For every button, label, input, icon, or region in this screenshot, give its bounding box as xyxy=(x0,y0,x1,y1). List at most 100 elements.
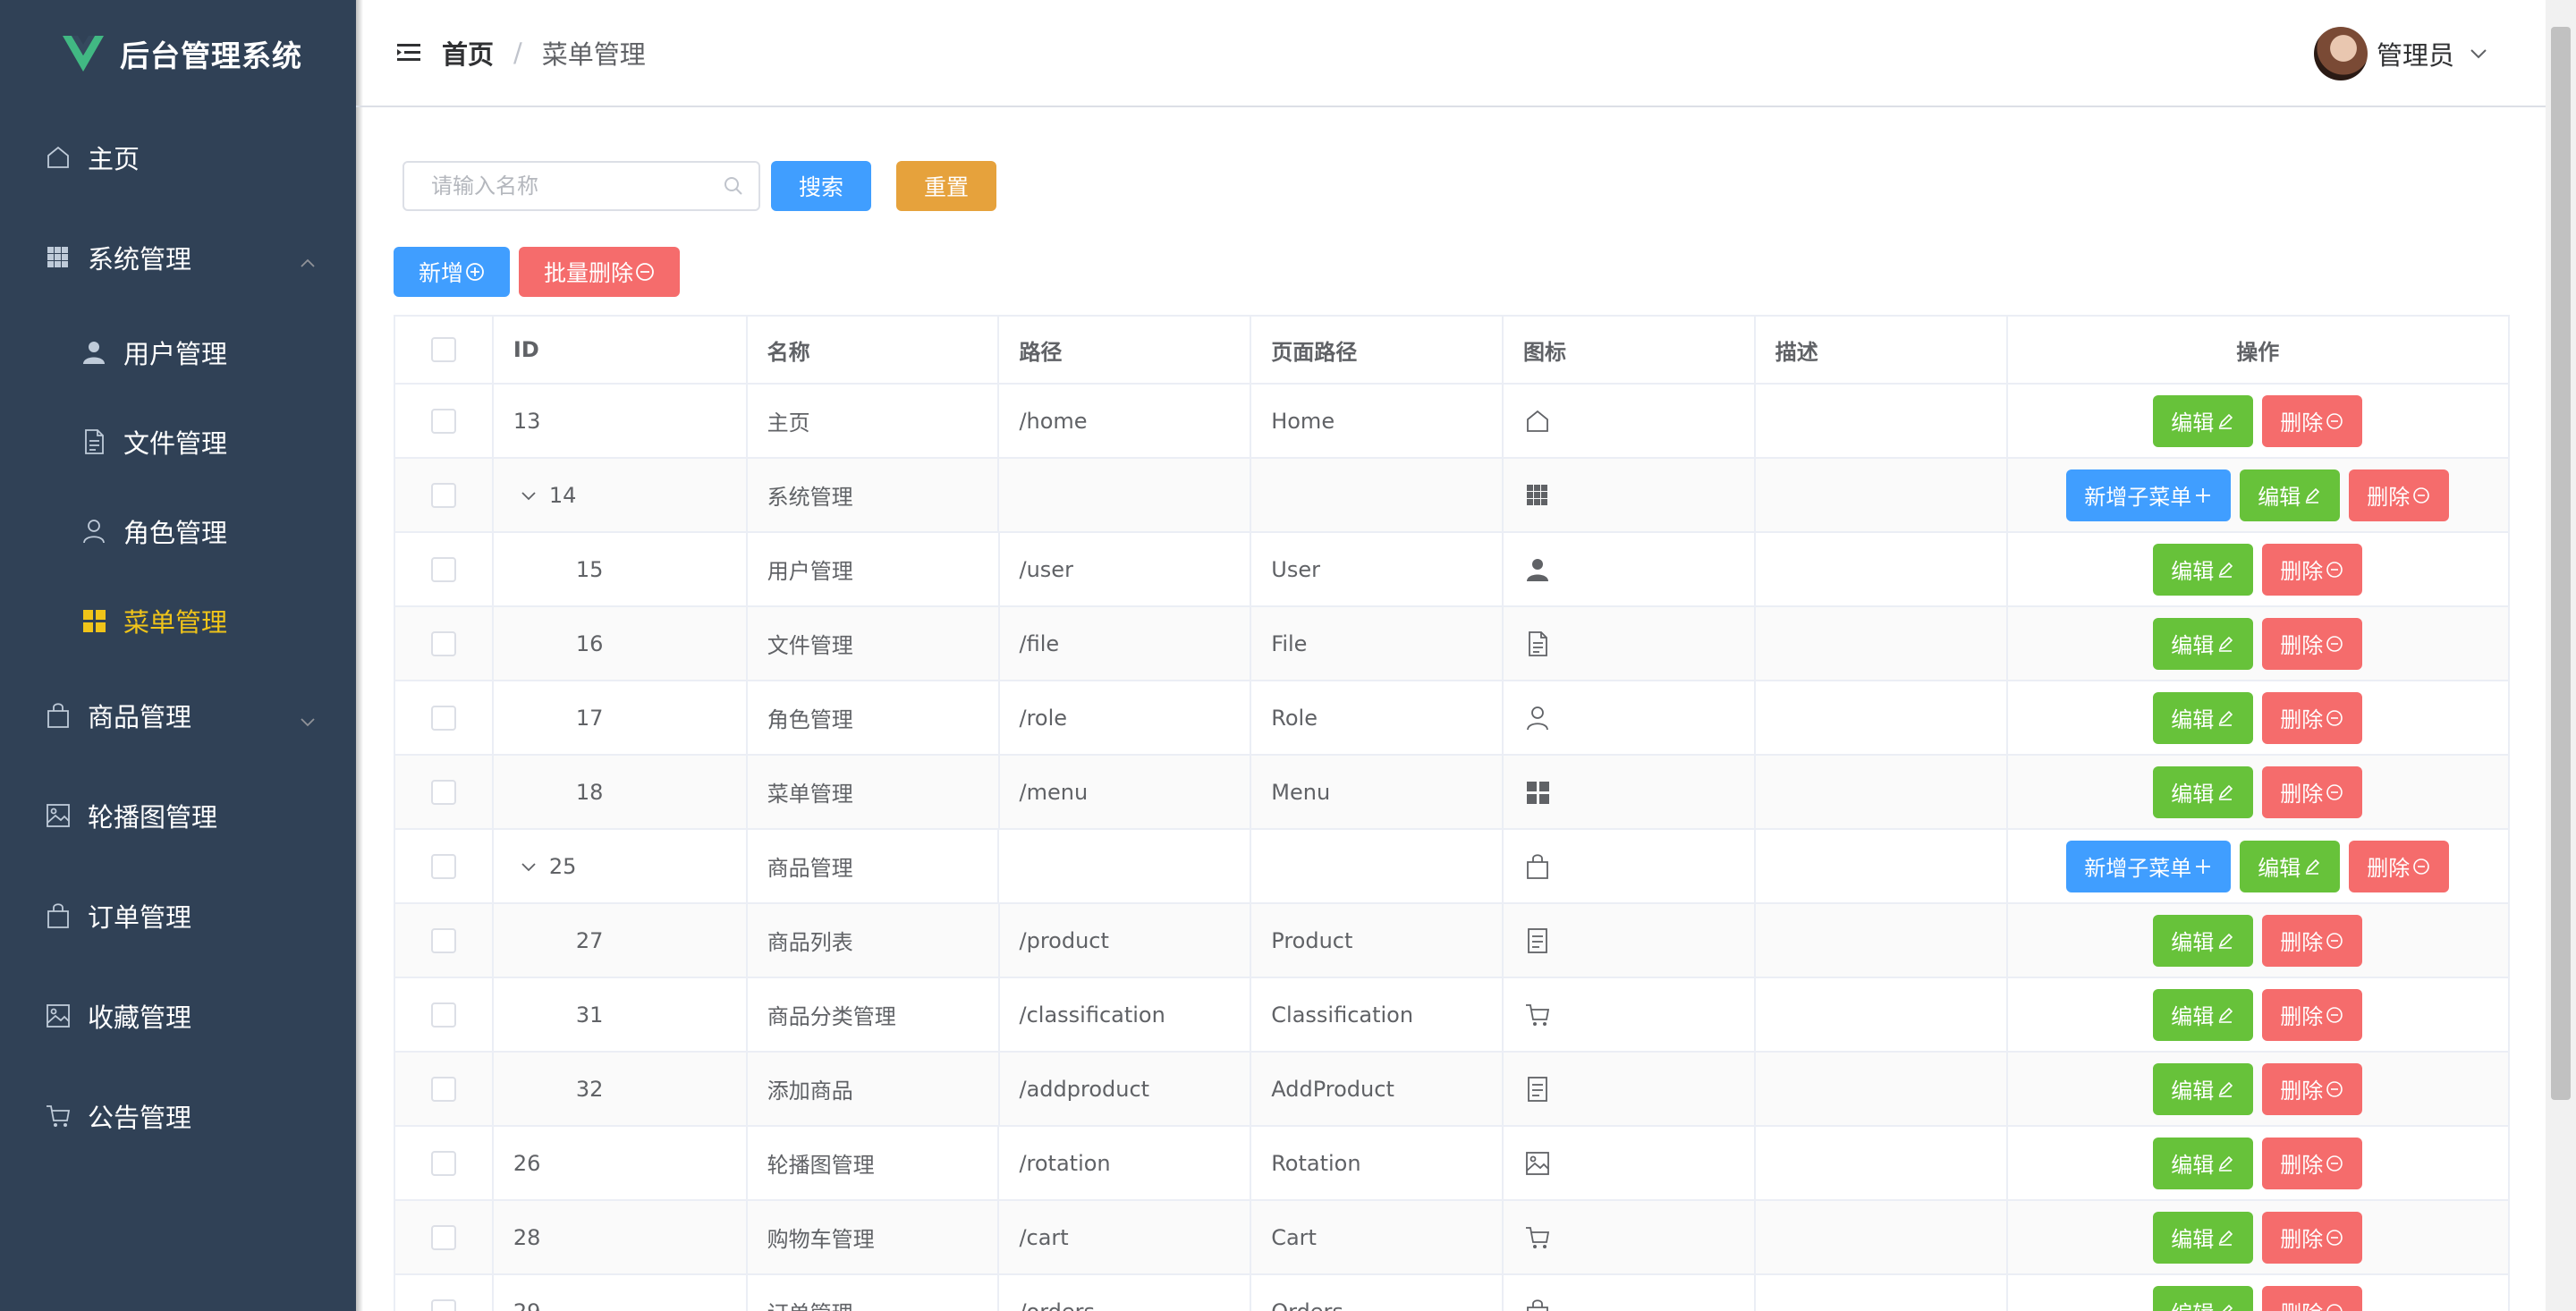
edit-button[interactable]: 编辑 xyxy=(2153,1211,2254,1264)
id-cell: 32 xyxy=(494,1053,748,1125)
shopping-bag-icon xyxy=(43,901,73,931)
delete-button[interactable]: 删除 xyxy=(2262,914,2363,967)
edit-button[interactable]: 编辑 xyxy=(2153,1137,2254,1189)
edit-icon xyxy=(2218,933,2233,949)
chevron-down-icon[interactable] xyxy=(2469,44,2488,63)
document-icon xyxy=(1523,630,1552,658)
delete-button[interactable]: 删除 xyxy=(2262,394,2363,447)
sidebar-item[interactable]: 系统管理 xyxy=(0,207,356,308)
desc-cell xyxy=(1756,1201,2008,1273)
search-button[interactable]: 搜索 xyxy=(771,161,871,211)
row-checkbox[interactable] xyxy=(430,482,456,508)
batch-delete-button[interactable]: 批量删除 xyxy=(519,247,681,297)
delete-button[interactable]: 删除 xyxy=(2262,1285,2363,1311)
sidebar-subitem[interactable]: 文件管理 xyxy=(0,397,356,486)
icon-cell xyxy=(1504,1275,1756,1311)
icon-cell xyxy=(1504,1127,1756,1199)
delete-button[interactable]: 删除 xyxy=(2262,543,2363,596)
expand-chevron-icon[interactable] xyxy=(519,486,538,505)
row-checkbox[interactable] xyxy=(430,1224,456,1250)
row-checkbox[interactable] xyxy=(430,927,456,953)
delete-button[interactable]: 删除 xyxy=(2262,1137,2363,1189)
sidebar: 后台管理系统 主页 系统管理 用户管理 文件管理 角色管理 菜单管理 商品管理 … xyxy=(0,0,363,1311)
edit-button[interactable]: 编辑 xyxy=(2153,543,2254,596)
id-cell: 15 xyxy=(494,533,748,605)
edit-button[interactable]: 编辑 xyxy=(2240,469,2341,521)
edit-button[interactable]: 编辑 xyxy=(2153,617,2254,670)
add-child-button[interactable]: 新增子菜单 xyxy=(2066,469,2232,521)
desc-cell xyxy=(1756,756,2008,828)
sidebar-item[interactable]: 轮播图管理 xyxy=(0,765,356,866)
row-checkbox[interactable] xyxy=(430,853,456,879)
fold-menu-icon[interactable] xyxy=(395,39,422,66)
name-cell: 主页 xyxy=(748,385,1000,457)
page-path-cell xyxy=(1251,459,1504,531)
expand-chevron-icon[interactable] xyxy=(519,857,538,876)
delete-button[interactable]: 删除 xyxy=(2349,469,2450,521)
select-all-checkbox[interactable] xyxy=(430,337,456,362)
row-checkbox[interactable] xyxy=(430,1298,456,1311)
edit-button[interactable]: 编辑 xyxy=(2240,840,2341,892)
sidebar-subitem-label: 菜单管理 xyxy=(123,607,228,638)
delete-button[interactable]: 删除 xyxy=(2262,765,2363,818)
scrollbar-thumb[interactable] xyxy=(2551,27,2571,1100)
name-cell: 系统管理 xyxy=(748,459,1000,531)
breadcrumb-home[interactable]: 首页 xyxy=(442,34,494,72)
path-cell: /file xyxy=(1000,607,1252,680)
row-checkbox[interactable] xyxy=(430,705,456,731)
edit-button[interactable]: 编辑 xyxy=(2153,691,2254,744)
cart-icon xyxy=(43,1101,73,1131)
avatar[interactable] xyxy=(2313,27,2368,80)
row-checkbox[interactable] xyxy=(430,779,456,805)
delete-label: 删除 xyxy=(2280,1296,2323,1311)
delete-button[interactable]: 删除 xyxy=(2349,840,2450,892)
id-cell: 13 xyxy=(494,385,748,457)
add-child-button[interactable]: 新增子菜单 xyxy=(2066,840,2232,892)
sidebar-item[interactable]: 收藏管理 xyxy=(0,966,356,1066)
search-input-wrapper[interactable] xyxy=(402,161,760,211)
row-actions: 编辑 删除 xyxy=(2153,1285,2363,1311)
delete-label: 删除 xyxy=(2280,1078,2324,1104)
desc-cell xyxy=(1756,533,2008,605)
search-input[interactable] xyxy=(431,173,723,199)
circle-minus-icon xyxy=(2326,1006,2343,1023)
grid-icon xyxy=(43,242,73,273)
delete-button[interactable]: 删除 xyxy=(2262,988,2363,1041)
column-header: 图标 xyxy=(1504,317,1756,383)
delete-button[interactable]: 删除 xyxy=(2262,691,2363,744)
edit-button[interactable]: 编辑 xyxy=(2153,988,2254,1041)
edit-button[interactable]: 编辑 xyxy=(2153,1062,2254,1115)
sidebar-item[interactable]: 商品管理 xyxy=(0,665,356,765)
edit-button[interactable]: 编辑 xyxy=(2153,914,2254,967)
add-button[interactable]: 新增 xyxy=(394,247,511,297)
sidebar-item-label: 收藏管理 xyxy=(88,1002,192,1033)
sidebar-item[interactable]: 主页 xyxy=(0,107,356,207)
path-cell: /orders xyxy=(999,1275,1252,1311)
row-checkbox[interactable] xyxy=(430,556,456,582)
reset-button[interactable]: 重置 xyxy=(896,161,996,211)
edit-button[interactable]: 编辑 xyxy=(2153,765,2254,818)
delete-button[interactable]: 删除 xyxy=(2262,617,2363,670)
row-checkbox[interactable] xyxy=(430,408,456,434)
sidebar-subitem[interactable]: 角色管理 xyxy=(0,486,356,576)
row-checkbox[interactable] xyxy=(430,1150,456,1176)
shopping-bag-icon xyxy=(1523,852,1552,881)
page-path-cell: Home xyxy=(1251,385,1504,457)
row-checkbox[interactable] xyxy=(430,630,456,656)
row-checkbox[interactable] xyxy=(430,1076,456,1102)
sidebar-item[interactable]: 订单管理 xyxy=(0,866,356,966)
edit-button[interactable]: 编辑 xyxy=(2153,394,2254,447)
vertical-scrollbar[interactable] xyxy=(2546,0,2576,1311)
operations-cell: 编辑 删除 xyxy=(2008,533,2511,605)
delete-label: 删除 xyxy=(2280,707,2324,732)
delete-button[interactable]: 删除 xyxy=(2262,1062,2363,1115)
delete-button[interactable]: 删除 xyxy=(2262,1211,2363,1264)
sidebar-subitem[interactable]: 用户管理 xyxy=(0,308,356,397)
sidebar-item[interactable]: 公告管理 xyxy=(0,1066,356,1166)
table-row: 15 用户管理 /user User 编辑 删除 xyxy=(395,533,2511,607)
row-checkbox[interactable] xyxy=(430,1002,456,1028)
user-name[interactable]: 管理员 xyxy=(2377,35,2454,72)
sidebar-subitem[interactable]: 菜单管理 xyxy=(0,576,356,665)
edit-button[interactable]: 编辑 xyxy=(2153,1285,2254,1311)
user-dropdown[interactable]: 管理员 xyxy=(2313,27,2488,80)
